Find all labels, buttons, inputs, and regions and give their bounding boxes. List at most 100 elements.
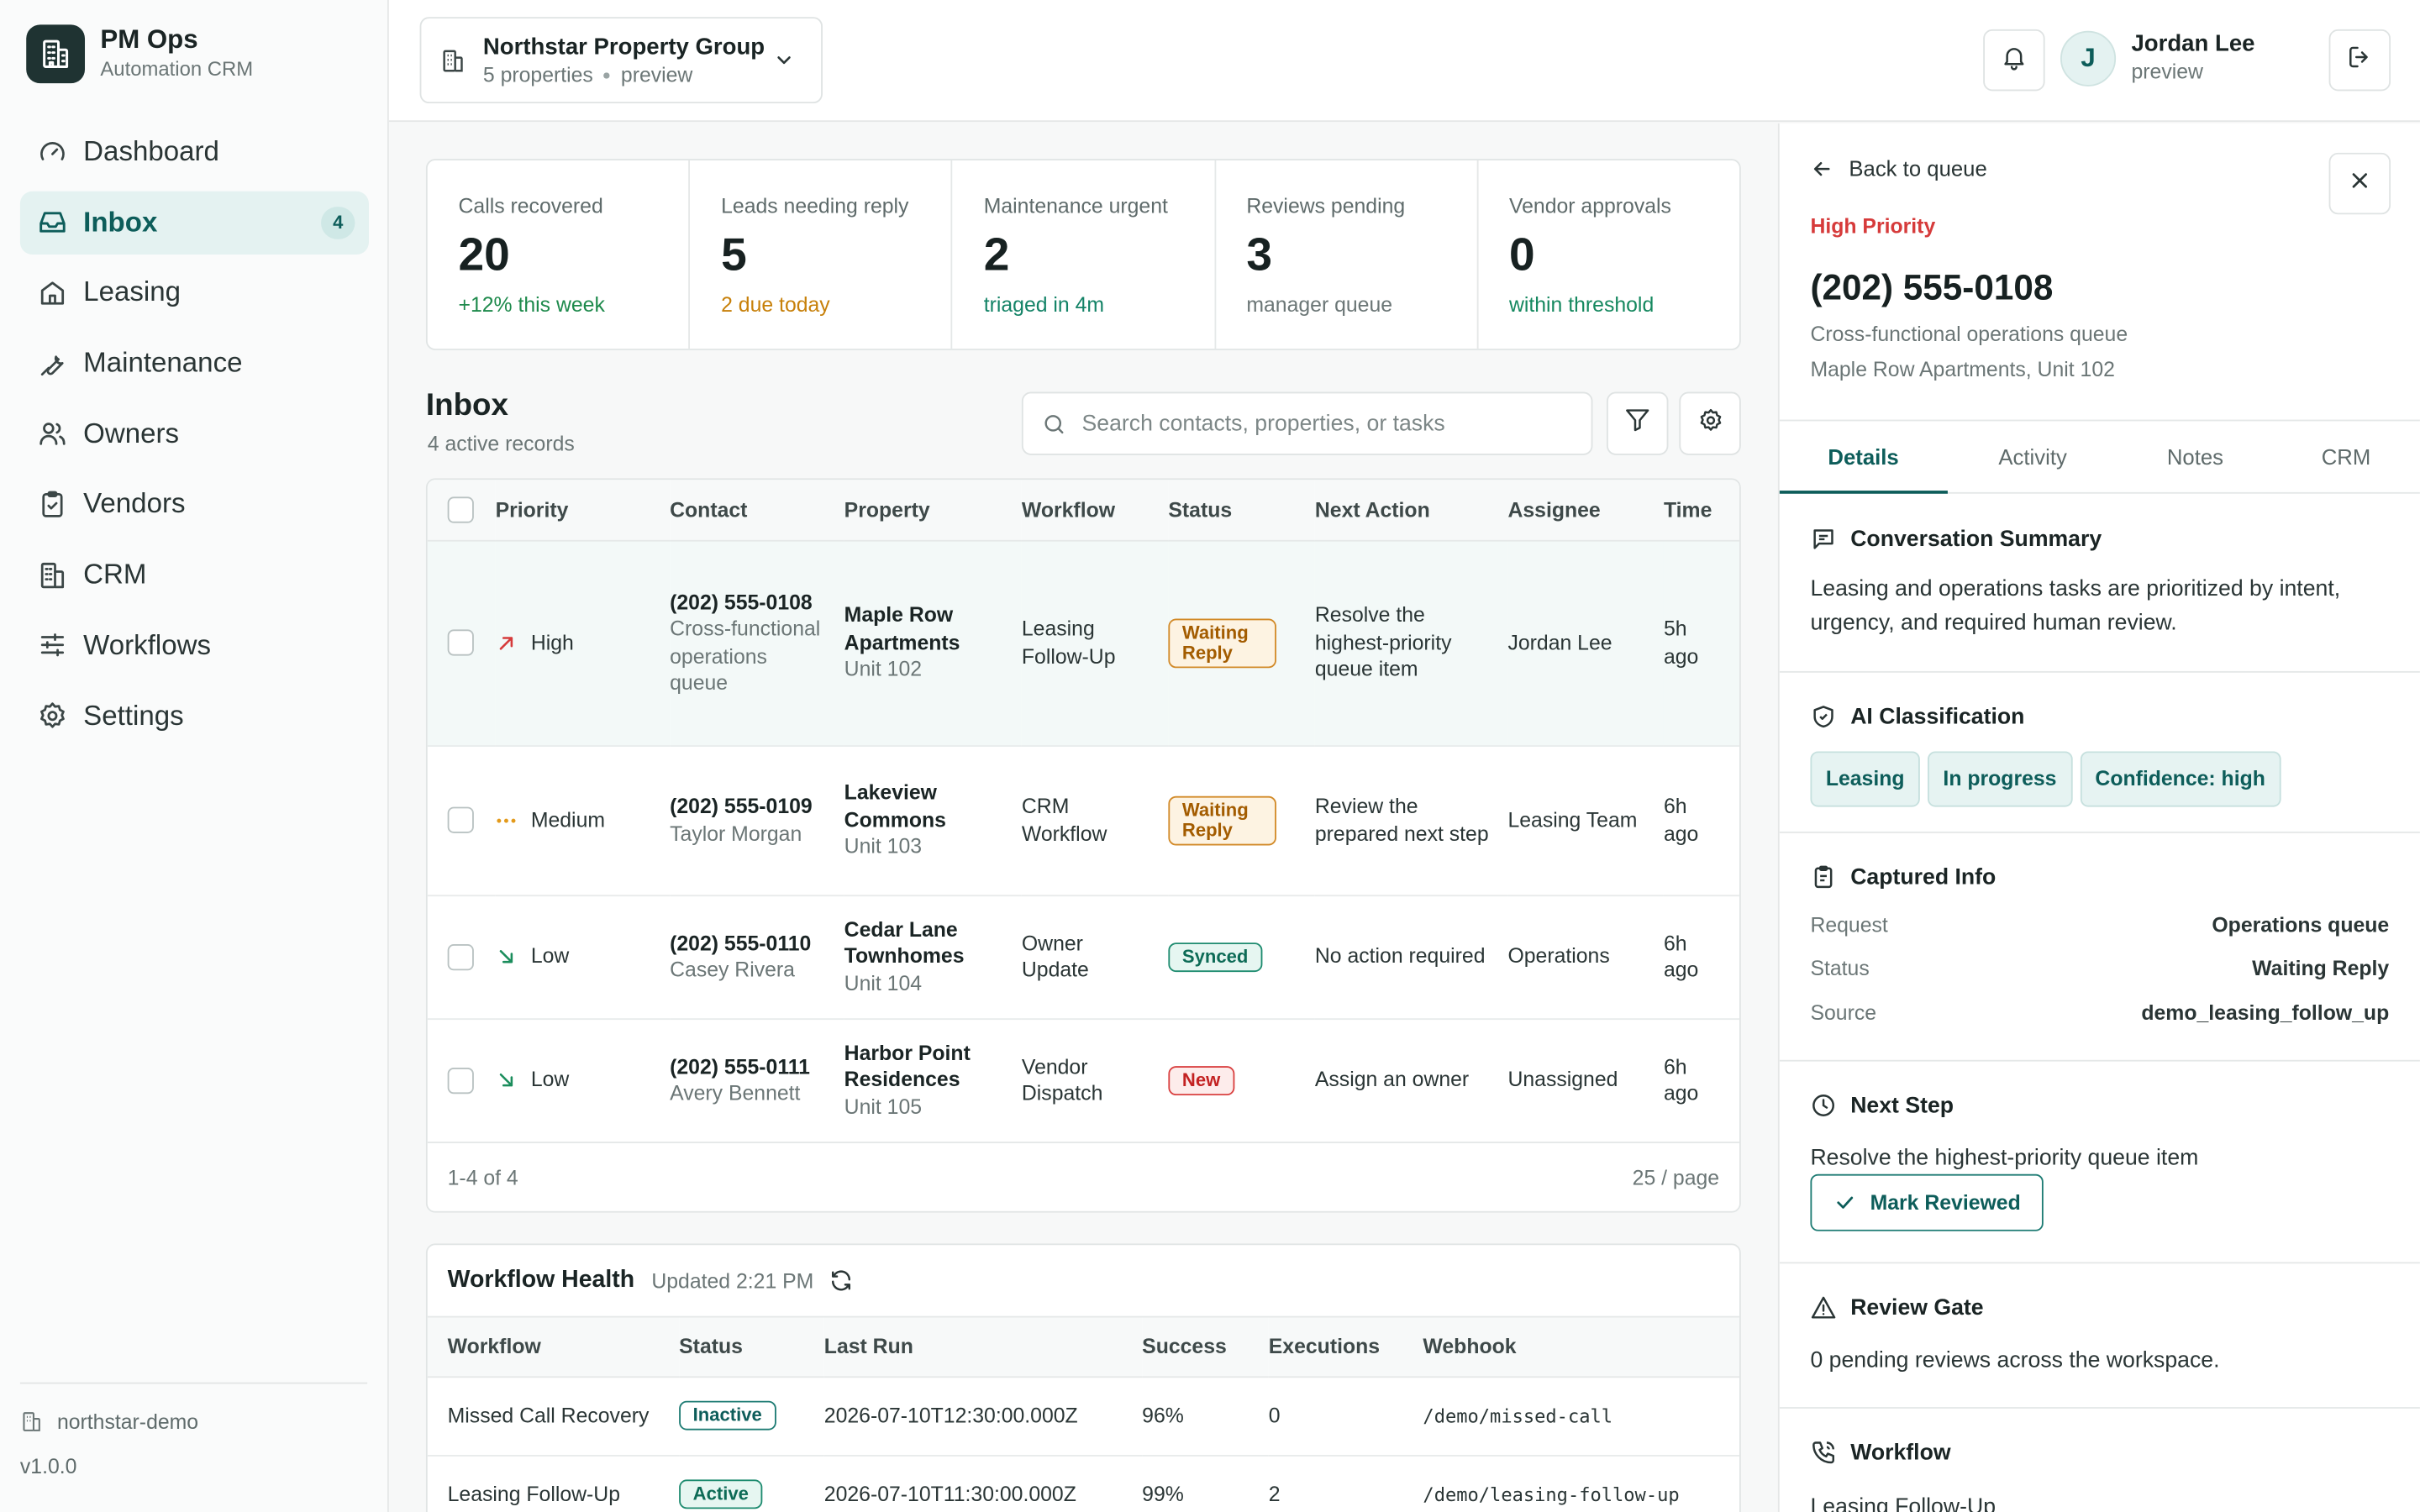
logout-button[interactable]	[2328, 29, 2391, 92]
kpi-card[interactable]: Calls recovered 20 +12% this week	[428, 160, 691, 349]
select-all-checkbox[interactable]	[447, 496, 474, 523]
sidebar-item-vendors[interactable]: Vendors	[20, 473, 369, 536]
column-header[interactable]: Success	[1142, 1317, 1269, 1378]
sidebar-item-dashboard[interactable]: Dashboard	[20, 120, 369, 183]
section-title: AI Classification	[1850, 704, 2025, 729]
section-header: Next Step	[1810, 1092, 1954, 1118]
row-checkbox[interactable]	[447, 944, 474, 971]
property-unit: Unit 105	[844, 1095, 923, 1119]
conversation-summary-section: Conversation Summary Leasing and operati…	[1779, 494, 2420, 673]
row-checkbox[interactable]	[447, 807, 474, 834]
kpi-card[interactable]: Maintenance urgent 2 triaged in 4m	[953, 160, 1216, 349]
refresh-icon[interactable]	[829, 1268, 854, 1293]
table-row[interactable]: High (202) 555-0108 Cross-functional oper…	[427, 539, 1739, 747]
detail-panel: Back to queue High Priority (202) 555-01…	[1777, 123, 2420, 1512]
separator-dot	[603, 71, 611, 78]
tab-details[interactable]: Details	[1779, 421, 1948, 494]
next-step-section: Next Step Resolve the highest-priority q…	[1779, 1062, 2420, 1264]
building-icon	[439, 47, 466, 73]
tag-chip: In progress	[1928, 751, 2072, 807]
app-version: v1.0.0	[19, 1455, 77, 1478]
field-value: Waiting Reply	[2252, 957, 2390, 981]
sidebar-item-label: Leasing	[83, 276, 182, 308]
sidebar-item-crm[interactable]: CRM	[20, 543, 369, 606]
search-box[interactable]	[1021, 391, 1593, 455]
status-badge: New	[1168, 1065, 1234, 1095]
column-header[interactable]: Next Action	[1314, 480, 1508, 541]
tab-crm[interactable]: CRM	[2272, 421, 2420, 491]
column-header[interactable]: Time	[1663, 480, 1739, 541]
column-header[interactable]: Last Run	[823, 1317, 1143, 1378]
kpi-card[interactable]: Vendor approvals 0 within threshold	[1478, 160, 1739, 349]
priority-cell: Low	[496, 1067, 671, 1094]
ai-classification-section: AI Classification Leasing In progress Conf…	[1779, 673, 2420, 833]
section-header: Captured Info	[1810, 864, 1996, 890]
section-header: Conversation Summary	[1810, 526, 2102, 552]
close-panel-button[interactable]	[2328, 152, 2391, 215]
workflow-cell: Owner Update	[1021, 895, 1169, 1020]
brand[interactable]: PM Ops Automation CRM	[26, 24, 253, 84]
tab-activity[interactable]: Activity	[1947, 421, 2118, 491]
field-row: Source demo_leasing_follow_up	[1810, 991, 2389, 1035]
user-menu[interactable]: J Jordan Lee preview	[2060, 30, 2254, 87]
filter-button[interactable]	[1607, 391, 1669, 455]
table-header-row: Workflow Status Last Run Success Executi…	[427, 1317, 1739, 1378]
column-header[interactable]: Status	[679, 1317, 824, 1378]
back-to-queue-link[interactable]: Back to queue	[1810, 156, 1987, 181]
field-row: Status Waiting Reply	[1810, 948, 2389, 991]
table-row[interactable]: Leasing Follow-Up Active 2026-07-10T11:3…	[427, 1455, 1739, 1512]
top-bar: Northstar Property Group 5 properties pr…	[388, 0, 2420, 123]
webhook-path: /demo/missed-call	[1423, 1376, 1739, 1456]
property-name: Maple Row Apartments	[844, 603, 960, 654]
column-header[interactable]: Contact	[670, 480, 844, 541]
column-header[interactable]: Executions	[1268, 1317, 1423, 1378]
sidebar-item-owners[interactable]: Owners	[20, 402, 369, 465]
table-row[interactable]: Low (202) 555-0110 Casey Rivera Cedar Lan…	[427, 895, 1739, 1020]
sidebar-item-workflows[interactable]: Workflows	[20, 614, 369, 677]
kpi-label: Leads needing reply	[721, 194, 909, 218]
row-checkbox[interactable]	[447, 630, 474, 657]
sidebar-item-leasing[interactable]: Leasing	[20, 261, 369, 324]
page-title: Inbox	[425, 388, 508, 423]
search-input[interactable]	[1081, 411, 1560, 436]
tab-notes[interactable]: Notes	[2118, 421, 2272, 491]
assignee-cell: Operations	[1507, 895, 1664, 1020]
table-row[interactable]: Medium (202) 555-0109 Taylor Morgan Lakev…	[427, 745, 1739, 896]
column-header[interactable]: Priority	[495, 480, 671, 541]
more-horizontal-icon	[496, 809, 518, 831]
column-header[interactable]: Status	[1168, 480, 1315, 541]
section-title: Conversation Summary	[1850, 527, 2102, 552]
mark-reviewed-button[interactable]: Mark Reviewed	[1810, 1173, 2044, 1231]
sidebar-item-label: CRM	[83, 559, 147, 590]
column-header[interactable]: Workflow	[1021, 480, 1169, 541]
priority-label: High	[530, 630, 574, 654]
table-row[interactable]: Missed Call Recovery Inactive 2026-07-10…	[427, 1376, 1739, 1456]
last-run: 2026-07-10T11:30:00.000Z	[823, 1455, 1143, 1512]
last-run: 2026-07-10T12:30:00.000Z	[823, 1376, 1143, 1456]
notifications-button[interactable]	[1983, 29, 2045, 92]
sidebar-item-maintenance[interactable]: Maintenance	[20, 332, 369, 395]
kpi-card[interactable]: Leads needing reply 5 2 due today	[690, 160, 953, 349]
sidebar-item-settings[interactable]: Settings	[20, 685, 369, 748]
org-slug[interactable]: northstar-demo	[20, 1410, 367, 1433]
priority-label: Medium	[530, 807, 606, 832]
column-header[interactable]: Property	[844, 480, 1022, 541]
column-header[interactable]: Workflow	[427, 1317, 680, 1378]
row-checkbox[interactable]	[447, 1067, 474, 1095]
time-cell: 5h ago	[1663, 539, 1739, 747]
section-title: Workflow	[1850, 1440, 1951, 1465]
column-header[interactable]: Assignee	[1507, 480, 1664, 541]
sidebar-item-inbox[interactable]: Inbox 4	[19, 191, 369, 255]
column-header[interactable]: Webhook	[1423, 1317, 1739, 1378]
org-switcher[interactable]: Northstar Property Group 5 properties pr…	[419, 17, 823, 104]
page-size-select[interactable]: 25 / page	[1633, 1166, 1719, 1189]
review-gate-section: Review Gate 0 pending reviews across the…	[1779, 1263, 2420, 1409]
org-properties: 5 properties	[482, 62, 593, 86]
table-settings-button[interactable]	[1679, 391, 1741, 455]
kpi-card[interactable]: Reviews pending 3 manager queue	[1216, 160, 1479, 349]
sidebar-nav: Dashboard Inbox 4 Leasing Maintenance Ow…	[19, 120, 369, 754]
clipboard-check-icon	[37, 489, 68, 520]
sidebar-item-label: Settings	[83, 699, 184, 731]
table-row[interactable]: Low (202) 555-0111 Avery Bennett Harbor P…	[427, 1018, 1739, 1143]
sidebar-item-label: Workflows	[83, 629, 212, 660]
